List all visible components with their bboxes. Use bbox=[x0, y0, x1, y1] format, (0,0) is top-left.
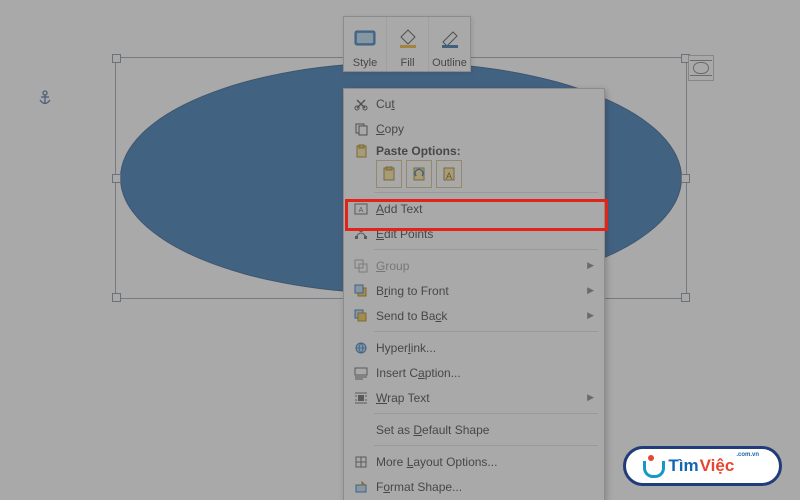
menu-edit-points[interactable]: Edit Points bbox=[344, 221, 604, 246]
fill-label: Fill bbox=[400, 57, 414, 69]
hyperlink-icon bbox=[350, 341, 372, 355]
menu-wrap-text[interactable]: Wrap Text ▶ bbox=[344, 385, 604, 410]
shape-context-menu: Cut Copy Paste Options: A bbox=[343, 88, 605, 500]
menu-send-to-back[interactable]: Send to Back ▶ bbox=[344, 303, 604, 328]
svg-text:A: A bbox=[446, 171, 452, 181]
copy-icon bbox=[350, 122, 372, 136]
style-icon bbox=[352, 20, 378, 57]
svg-text:A: A bbox=[359, 207, 364, 214]
submenu-arrow-icon: ▶ bbox=[584, 285, 594, 296]
menu-hyperlink[interactable]: Hyperlink... bbox=[344, 335, 604, 360]
format-shape-icon bbox=[350, 480, 372, 494]
resize-handle-ml[interactable] bbox=[112, 174, 121, 183]
menu-wrap-text-label: Wrap Text bbox=[372, 391, 584, 405]
more-layout-icon bbox=[350, 455, 372, 469]
outline-icon bbox=[439, 20, 461, 57]
menu-cut[interactable]: Cut bbox=[344, 91, 604, 116]
menu-format-shape[interactable]: Format Shape... bbox=[344, 474, 604, 499]
outline-button[interactable]: Outline bbox=[428, 17, 470, 71]
logo-text-1: Tìm bbox=[668, 456, 698, 476]
paste-option-picture[interactable]: A bbox=[436, 160, 462, 188]
document-canvas: Style Fill Outline Cut Copy bbox=[0, 0, 800, 500]
menu-send-back-label: Send to Back bbox=[372, 309, 584, 323]
group-icon bbox=[350, 259, 372, 273]
logo-tagline: .com.vn bbox=[736, 452, 759, 458]
outline-label: Outline bbox=[432, 57, 467, 69]
menu-format-shape-label: Format Shape... bbox=[372, 480, 594, 494]
resize-handle-tl[interactable] bbox=[112, 54, 121, 63]
logo-text-2: Việc bbox=[700, 456, 735, 476]
submenu-arrow-icon: ▶ bbox=[584, 310, 594, 321]
menu-separator bbox=[374, 413, 598, 414]
menu-copy-label: Copy bbox=[372, 122, 594, 136]
menu-set-default-shape[interactable]: Set as Default Shape bbox=[344, 417, 604, 442]
menu-group: Group ▶ bbox=[344, 253, 604, 278]
menu-default-shape-label: Set as Default Shape bbox=[372, 423, 594, 437]
insert-caption-icon bbox=[350, 366, 372, 380]
wrap-text-icon bbox=[350, 391, 372, 405]
resize-handle-br[interactable] bbox=[681, 293, 690, 302]
menu-add-text-label: Add Text bbox=[372, 202, 594, 216]
resize-handle-bl[interactable] bbox=[112, 293, 121, 302]
menu-more-layout-label: More Layout Options... bbox=[372, 455, 594, 469]
menu-bring-front-label: Bring to Front bbox=[372, 284, 584, 298]
menu-separator bbox=[374, 249, 598, 250]
style-label: Style bbox=[353, 57, 377, 69]
fill-icon bbox=[397, 20, 419, 57]
menu-add-text[interactable]: A Add Text bbox=[344, 196, 604, 221]
menu-separator bbox=[374, 445, 598, 446]
menu-hyperlink-label: Hyperlink... bbox=[372, 341, 594, 355]
menu-copy[interactable]: Copy bbox=[344, 116, 604, 141]
send-to-back-icon bbox=[350, 309, 372, 323]
edit-points-icon bbox=[350, 227, 372, 241]
layout-options-button[interactable] bbox=[688, 55, 714, 81]
menu-cut-label: Cut bbox=[372, 97, 594, 111]
menu-separator bbox=[374, 331, 598, 332]
menu-more-layout-options[interactable]: More Layout Options... bbox=[344, 449, 604, 474]
menu-bring-to-front[interactable]: Bring to Front ▶ bbox=[344, 278, 604, 303]
add-text-icon: A bbox=[350, 202, 372, 216]
resize-handle-mr[interactable] bbox=[681, 174, 690, 183]
layout-options-icon bbox=[693, 62, 709, 74]
menu-separator bbox=[374, 192, 598, 193]
menu-paste-options: Paste Options: A bbox=[344, 141, 604, 189]
paste-option-use-destination[interactable] bbox=[376, 160, 402, 188]
paste-option-keep-source[interactable] bbox=[406, 160, 432, 188]
fill-button[interactable]: Fill bbox=[386, 17, 428, 71]
shape-mini-toolbar: Style Fill Outline bbox=[343, 16, 471, 72]
menu-group-label: Group bbox=[372, 259, 584, 273]
logo-icon bbox=[640, 455, 662, 477]
bring-to-front-icon bbox=[350, 284, 372, 298]
anchor-icon bbox=[38, 90, 52, 109]
menu-insert-caption-label: Insert Caption... bbox=[372, 366, 594, 380]
submenu-arrow-icon: ▶ bbox=[584, 260, 594, 271]
paste-icon bbox=[350, 144, 372, 158]
menu-insert-caption[interactable]: Insert Caption... bbox=[344, 360, 604, 385]
menu-edit-points-label: Edit Points bbox=[372, 227, 594, 241]
style-button[interactable]: Style bbox=[344, 17, 386, 71]
cut-icon bbox=[350, 97, 372, 111]
watermark-logo: TìmViệc .com.vn bbox=[623, 446, 782, 486]
submenu-arrow-icon: ▶ bbox=[584, 392, 594, 403]
